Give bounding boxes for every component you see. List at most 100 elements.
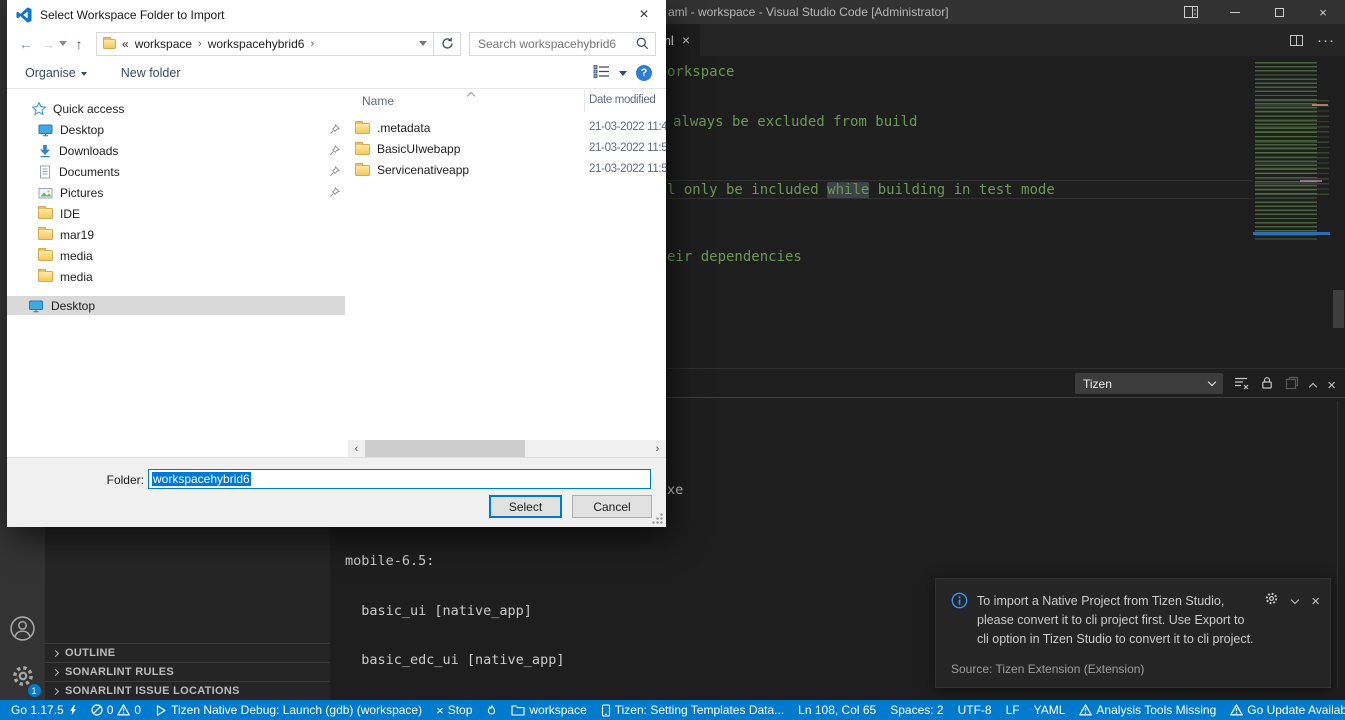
refresh-button[interactable]	[434, 32, 461, 56]
pin-icon	[329, 145, 340, 159]
tab-close-icon[interactable]: ×	[682, 32, 690, 48]
file-row-metadata[interactable]: .metadata 21-03-2022 11:4	[345, 118, 666, 139]
folder-icon	[38, 208, 53, 219]
scroll-left-icon[interactable]: ‹	[348, 440, 365, 457]
maximize-panel-icon[interactable]	[1309, 383, 1317, 391]
sidebar-item-desktop[interactable]: Desktop	[7, 119, 345, 140]
section-sonarlint-rules[interactable]: SONARLINT RULES	[45, 662, 330, 681]
layout-icon[interactable]	[1169, 0, 1213, 24]
scrollbar-thumb[interactable]	[1333, 290, 1344, 328]
resize-grip[interactable]	[652, 513, 663, 524]
close-panel-icon[interactable]: ×	[1327, 378, 1336, 393]
close-icon: ×	[639, 6, 648, 24]
notification-gear-icon[interactable]	[1264, 591, 1279, 611]
file-row-servicenativeapp[interactable]: Servicenativeapp 21-03-2022 11:5	[345, 160, 666, 181]
breadcrumb-workspace[interactable]: workspace	[135, 37, 192, 51]
panel-scrollbar[interactable]	[1337, 401, 1338, 688]
sidebar-item-mar19[interactable]: mar19	[7, 224, 345, 245]
sidebar-item-pictures[interactable]: Pictures	[7, 182, 345, 203]
recent-locations-icon[interactable]	[59, 41, 67, 50]
help-button[interactable]: ?	[636, 65, 652, 81]
column-header-date-modified[interactable]: Date modified	[589, 94, 655, 106]
sidebar-item-ide[interactable]: IDE	[7, 203, 345, 224]
column-header-name[interactable]: Name	[362, 94, 394, 108]
sidebar-item-desktop-selected[interactable]: Desktop	[7, 296, 345, 315]
status-problems[interactable]: 0 0	[84, 700, 148, 720]
sidebar-item-media-1[interactable]: media	[7, 245, 345, 266]
notification-actions: ×	[1264, 592, 1320, 608]
account-icon[interactable]	[9, 615, 36, 647]
status-stop-button[interactable]: × Stop	[429, 700, 479, 720]
chevron-down-icon	[1208, 378, 1216, 386]
sidebar-item-documents[interactable]: Documents	[7, 161, 345, 182]
file-row-basicuiwebapp[interactable]: BasicUIwebapp 21-03-2022 11:5	[345, 139, 666, 160]
clear-output-icon[interactable]	[1234, 376, 1249, 395]
sidebar-item-media-2[interactable]: media	[7, 266, 345, 287]
cancel-button[interactable]: Cancel	[572, 495, 652, 518]
error-icon	[91, 704, 103, 716]
restore-button[interactable]	[1257, 0, 1301, 24]
status-eol[interactable]: LF	[999, 700, 1027, 720]
status-tizen-task[interactable]: Tizen: Setting Templates Data...	[594, 700, 791, 720]
status-indentation[interactable]: Spaces: 2	[883, 700, 950, 720]
settings-gear-icon[interactable]: 1	[10, 663, 36, 694]
scroll-right-icon[interactable]: ›	[649, 440, 666, 457]
places-sidebar: Quick access Desktop Downloads Documents	[7, 90, 345, 457]
chevron-down-icon[interactable]	[1291, 595, 1299, 603]
list-header: Name Date modified	[345, 90, 666, 112]
open-in-editor-icon[interactable]	[1285, 376, 1299, 395]
status-go-version[interactable]: Go 1.17.5	[4, 700, 84, 720]
forward-icon[interactable]: →	[37, 36, 59, 52]
folder-input[interactable]: workspacehybrid6	[148, 469, 651, 489]
view-mode-icon[interactable]	[593, 64, 610, 82]
status-go-update[interactable]: Go Update Available	[1223, 700, 1345, 720]
editor-scrollbar[interactable]	[1332, 56, 1345, 368]
select-button[interactable]: Select	[489, 495, 562, 518]
error-count: 0	[107, 703, 114, 717]
address-dropdown-icon[interactable]	[419, 41, 427, 50]
sidebar-item-label: Downloads	[59, 144, 118, 158]
new-folder-button[interactable]: New folder	[121, 66, 181, 80]
output-channel-select[interactable]: Tizen	[1075, 373, 1223, 394]
section-sonarlint-issue-locations[interactable]: SONARLINT ISSUE LOCATIONS	[45, 681, 330, 700]
status-encoding[interactable]: UTF-8	[951, 700, 999, 720]
dialog-close-button[interactable]: ×	[622, 0, 666, 29]
sidebar-item-label: Desktop	[60, 123, 104, 137]
more-actions-icon[interactable]: ···	[1317, 32, 1335, 49]
status-flame-item[interactable]	[479, 700, 504, 720]
terminal-output[interactable]: mobile-6.5: basic_ui [native_app] basic_…	[345, 520, 581, 720]
search-input[interactable]	[476, 36, 636, 52]
minimize-icon	[1230, 12, 1240, 13]
breadcrumb-overflow[interactable]: «	[122, 37, 129, 51]
file-name: BasicUIwebapp	[377, 142, 460, 156]
pictures-icon	[38, 186, 53, 200]
address-bar[interactable]: « workspace › workspacehybrid6 ›	[96, 32, 434, 56]
status-workspace[interactable]: workspace	[504, 700, 593, 720]
organise-menu[interactable]: Organise	[25, 66, 87, 80]
notification-close-icon[interactable]: ×	[1311, 593, 1320, 610]
minimize-button[interactable]	[1213, 0, 1257, 24]
sort-ascending-icon	[467, 92, 475, 100]
status-line-col[interactable]: Ln 108, Col 65	[791, 700, 883, 720]
split-editor-icon[interactable]	[1290, 35, 1303, 46]
up-icon[interactable]: ↑	[67, 36, 91, 52]
sidebar-item-label: IDE	[60, 207, 80, 221]
scrollbar-thumb[interactable]	[365, 440, 525, 457]
lock-icon[interactable]	[1260, 376, 1274, 395]
search-box[interactable]	[469, 32, 656, 56]
status-analysis-warning[interactable]: Analysis Tools Missing	[1072, 700, 1223, 720]
horizontal-scrollbar[interactable]: ‹ ›	[348, 440, 666, 457]
scrollbar-track[interactable]	[365, 440, 649, 457]
sidebar-item-downloads[interactable]: Downloads	[7, 140, 345, 161]
minimap[interactable]	[1252, 62, 1332, 248]
section-outline[interactable]: OUTLINE	[45, 643, 330, 662]
view-mode-caret-icon[interactable]	[619, 71, 627, 80]
status-language[interactable]: YAML	[1027, 700, 1073, 720]
back-icon[interactable]: ←	[15, 36, 37, 52]
sidebar-item-quick-access[interactable]: Quick access	[7, 98, 345, 119]
close-window-button[interactable]: ×	[1301, 0, 1345, 24]
breadcrumb-workspacehybrid6[interactable]: workspacehybrid6	[208, 37, 305, 51]
encoding-label: UTF-8	[958, 703, 992, 717]
settings-badge: 1	[27, 683, 42, 698]
status-debug-config[interactable]: Tizen Native Debug: Launch (gdb) (worksp…	[148, 700, 429, 720]
